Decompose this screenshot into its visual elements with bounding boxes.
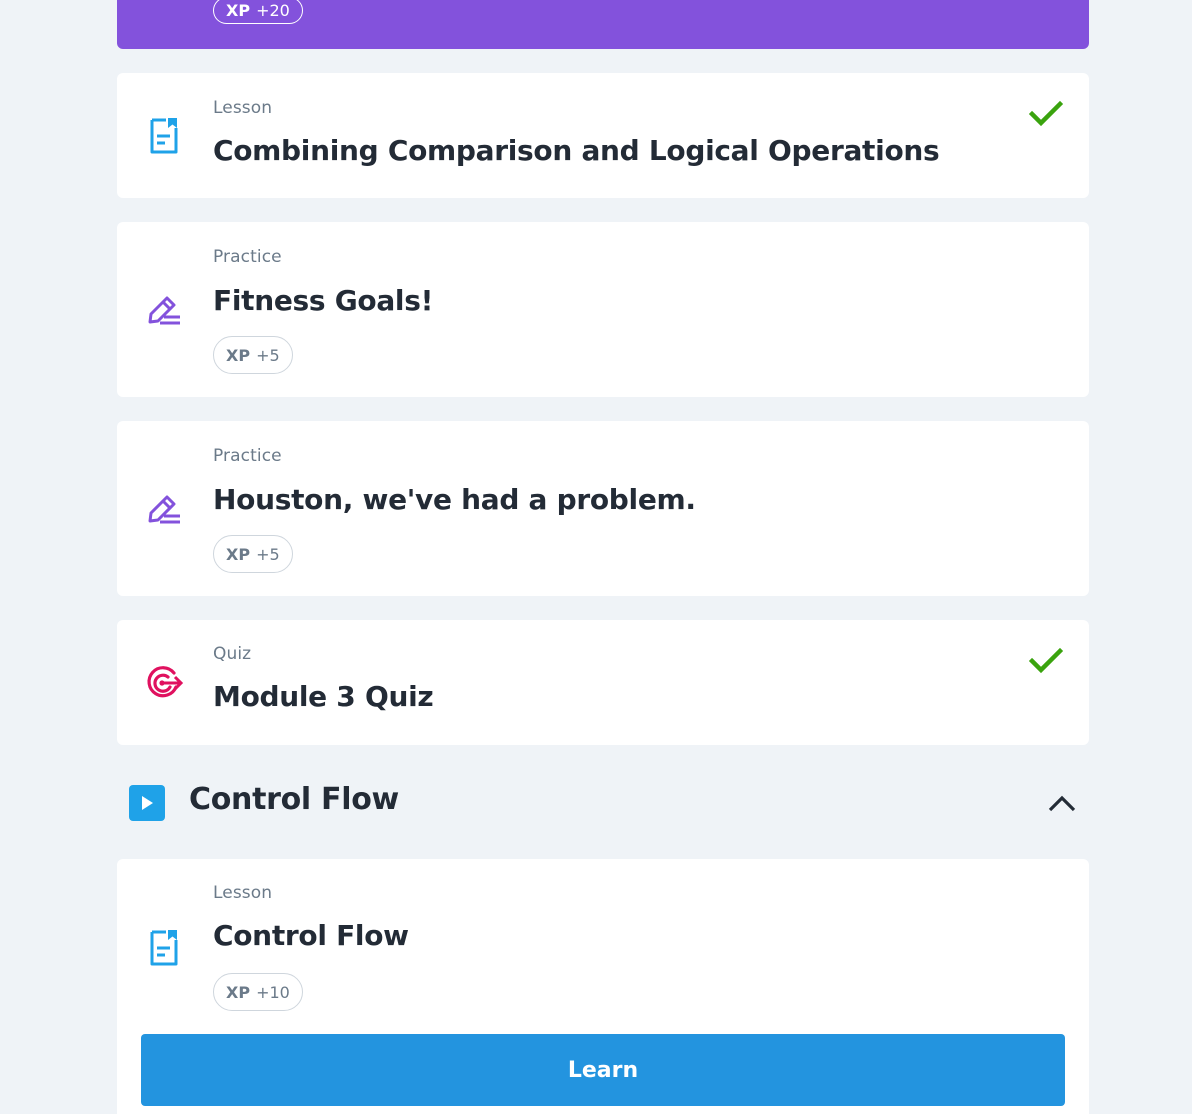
- item-type-label: Practice: [213, 247, 282, 267]
- quiz-card[interactable]: Quiz Module 3 Quiz: [117, 620, 1089, 745]
- lesson-doc-icon: [143, 927, 185, 969]
- practice-pencil-icon: [143, 487, 185, 529]
- section-title: Control Flow: [189, 782, 399, 817]
- practice-pencil-icon: [143, 288, 185, 330]
- item-title[interactable]: Combining Comparison and Logical Operati…: [213, 134, 940, 167]
- learn-button[interactable]: Learn: [141, 1034, 1065, 1106]
- completed-check-icon: [1028, 97, 1064, 131]
- course-outline: XP +20 Lesson Combining Comparison and L…: [0, 0, 1192, 1114]
- item-title[interactable]: Houston, we've had a problem.: [213, 483, 696, 516]
- completed-check-icon: [1028, 644, 1064, 678]
- xp-badge: XP +10: [213, 973, 303, 1011]
- xp-value: +20: [256, 1, 290, 20]
- xp-badge: XP +5: [213, 535, 293, 573]
- xp-badge: XP +5: [213, 336, 293, 374]
- item-type-label: Lesson: [213, 98, 273, 118]
- xp-label: XP: [226, 1, 251, 20]
- item-type-label: Quiz: [213, 644, 252, 664]
- lesson-card[interactable]: Lesson Combining Comparison and Logical …: [117, 73, 1089, 198]
- xp-label: XP: [226, 345, 251, 365]
- play-icon: [129, 785, 165, 821]
- item-type-label: Practice: [213, 446, 282, 466]
- item-title[interactable]: Module 3 Quiz: [213, 680, 434, 713]
- item-title[interactable]: Fitness Goals!: [213, 284, 433, 317]
- practice-card[interactable]: Practice Fitness Goals! XP +5: [117, 222, 1089, 397]
- xp-value: +5: [256, 345, 280, 365]
- lesson-doc-icon: [143, 115, 185, 157]
- lesson-card-active[interactable]: Lesson Control Flow XP +10 Learn: [117, 859, 1089, 1114]
- xp-value: +5: [256, 544, 280, 564]
- xp-label: XP: [226, 982, 251, 1002]
- module-quiz-card-top[interactable]: XP +20: [117, 0, 1089, 49]
- xp-label: XP: [226, 544, 251, 564]
- section-header-control-flow[interactable]: Control Flow: [117, 770, 1089, 834]
- practice-card[interactable]: Practice Houston, we've had a problem. X…: [117, 421, 1089, 596]
- xp-badge: XP +20: [213, 0, 303, 24]
- quiz-target-icon: [143, 662, 185, 704]
- chevron-up-icon[interactable]: [1047, 788, 1077, 818]
- item-title[interactable]: Control Flow: [213, 919, 409, 952]
- xp-value: +10: [256, 982, 290, 1002]
- item-type-label: Lesson: [213, 883, 273, 903]
